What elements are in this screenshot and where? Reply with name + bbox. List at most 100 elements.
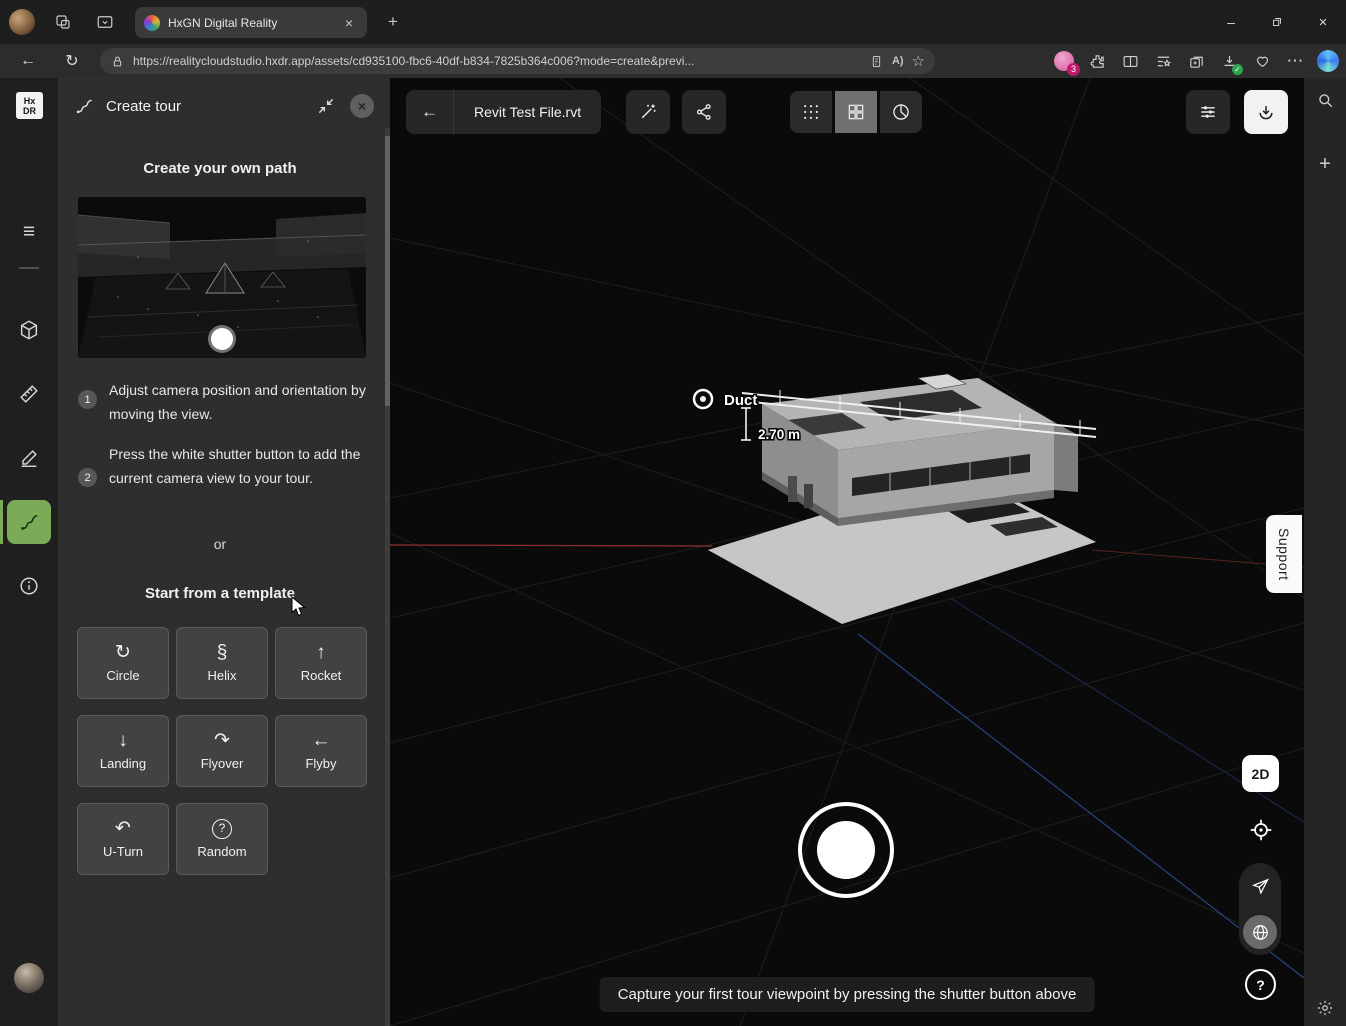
tour-path-icon — [74, 96, 94, 116]
template-flyover-button[interactable]: ↷ Flyover — [176, 715, 268, 787]
template-helix-button[interactable]: § Helix — [176, 627, 268, 699]
edge-sidebar-rail: + — [1304, 78, 1346, 1026]
model-mode-button[interactable] — [880, 91, 922, 133]
back-to-assets-button[interactable]: ← — [406, 90, 454, 134]
toolbar-extensions-area: 3 ✓ ⋯ — [1052, 44, 1340, 78]
new-tab-button[interactable]: + — [382, 11, 404, 33]
help-button[interactable]: ? — [1245, 969, 1276, 1000]
measurement-label: 2.70 m — [758, 427, 800, 442]
file-header-group: ← Revit Test File.rvt — [406, 90, 601, 134]
close-window-button[interactable]: × — [1300, 0, 1346, 44]
favorite-star-icon[interactable]: ☆ — [912, 52, 925, 70]
2d-mode-button[interactable]: 2D — [1242, 755, 1279, 792]
step-text: Adjust camera position and orientation b… — [109, 378, 376, 426]
mouse-cursor — [291, 596, 307, 618]
paper-plane-icon — [1251, 877, 1270, 896]
settings-more-icon[interactable]: ⋯ — [1283, 49, 1307, 73]
mesh-mode-button[interactable] — [835, 91, 877, 133]
download-complete-badge: ✓ — [1232, 64, 1243, 75]
downloads-icon[interactable]: ✓ — [1217, 49, 1241, 73]
tutorial-thumbnail — [78, 197, 366, 358]
viewer-3d[interactable]: Duct 2.70 m ← Revit Test File.rvt — [390, 78, 1304, 1026]
copilot-logo — [1317, 50, 1339, 72]
create-tour-panel: Create tour × Create your own path — [58, 78, 390, 1026]
reading-mode-icon[interactable] — [869, 54, 884, 69]
extension-profile-icon[interactable]: 3 — [1052, 49, 1076, 73]
browser-profile-avatar[interactable] — [9, 9, 35, 35]
sidebar-item-assets[interactable] — [7, 308, 51, 352]
thumbnail-shutter-icon — [211, 328, 233, 350]
helix-icon: § — [217, 643, 228, 663]
template-circle-button[interactable]: ↻ Circle — [77, 627, 169, 699]
collapse-panel-icon[interactable] — [312, 92, 340, 120]
search-icon — [1316, 91, 1335, 110]
sidebar-search-icon[interactable] — [1313, 88, 1337, 112]
tab-actions-icon[interactable] — [93, 10, 117, 34]
close-panel-icon[interactable]: × — [350, 94, 374, 118]
browser-essentials-icon[interactable] — [1250, 49, 1274, 73]
refresh-icon[interactable]: ↻ — [60, 49, 84, 73]
pointcloud-icon — [801, 102, 821, 122]
template-uturn-button[interactable]: ↶ U-Turn — [77, 803, 169, 875]
tour-path-icon — [18, 511, 40, 533]
asset-file-name: Revit Test File.rvt — [454, 104, 601, 120]
view-settings-button[interactable] — [1186, 90, 1230, 134]
workspaces-icon[interactable] — [51, 10, 75, 34]
back-icon[interactable]: ← — [16, 49, 40, 73]
browser-titlebar: HxGN Digital Reality × + – × — [0, 0, 1346, 44]
user-avatar[interactable] — [14, 963, 44, 993]
magic-wand-button[interactable] — [626, 90, 670, 134]
sidebar-item-info[interactable] — [7, 564, 51, 608]
collections-icon[interactable] — [1184, 49, 1208, 73]
fly-navigation-button[interactable] — [1243, 869, 1277, 903]
template-rocket-button[interactable]: ↑ Rocket — [275, 627, 367, 699]
template-landing-button[interactable]: ↓ Landing — [77, 715, 169, 787]
restore-button[interactable] — [1254, 0, 1300, 44]
sidebar-settings-gear-icon[interactable] — [1313, 996, 1337, 1020]
support-tab[interactable]: Support — [1266, 515, 1302, 593]
sidebar-item-tour[interactable] — [7, 500, 51, 544]
step-number: 2 — [78, 468, 97, 487]
extensions-puzzle-icon[interactable] — [1085, 49, 1109, 73]
sidebar-item-measure[interactable] — [7, 372, 51, 416]
rocket-icon: ↑ — [316, 643, 326, 663]
capture-hint-toast: Capture your first tour viewpoint by pre… — [600, 977, 1095, 1012]
browser-tab[interactable]: HxGN Digital Reality × — [135, 7, 367, 38]
download-asset-button[interactable] — [1244, 90, 1288, 134]
flyby-icon: ← — [312, 731, 331, 751]
url-text[interactable]: https://realitycloudstudio.hxdr.app/asse… — [133, 54, 861, 68]
template-heading: Start from a template — [58, 585, 382, 602]
browser-window: HxGN Digital Reality × + – × ← ↻ https:/… — [0, 0, 1346, 1026]
active-item-indicator — [0, 500, 3, 544]
tab-close-icon[interactable]: × — [340, 14, 358, 32]
hxdr-logo[interactable]: Hx DR — [16, 92, 43, 119]
menu-icon[interactable]: ≡ — [7, 210, 51, 254]
sidebar-add-icon[interactable]: + — [1313, 152, 1337, 176]
pointcloud-mode-button[interactable] — [790, 91, 832, 133]
favorites-icon[interactable] — [1151, 49, 1175, 73]
tour-panel-header: Create tour × — [58, 86, 390, 126]
copilot-icon[interactable] — [1316, 49, 1340, 73]
cube-icon — [18, 319, 40, 341]
extension-badge: 3 — [1067, 63, 1080, 76]
minimize-button[interactable]: – — [1208, 0, 1254, 44]
tutorial-step-1: 1 Adjust camera position and orientation… — [78, 378, 376, 426]
read-aloud-icon[interactable]: A) — [892, 55, 904, 67]
orbit-navigation-button[interactable] — [1243, 915, 1277, 949]
share-button[interactable] — [682, 90, 726, 134]
site-info-lock-icon[interactable] — [110, 54, 125, 69]
template-grid: ↻ Circle § Helix ↑ Rocket ↓ Landing ↷ — [77, 627, 369, 875]
render-mode-switcher — [790, 91, 922, 133]
template-random-button[interactable]: ? Random — [176, 803, 268, 875]
share-icon — [694, 102, 714, 122]
split-screen-icon[interactable] — [1118, 49, 1142, 73]
info-icon — [18, 575, 40, 597]
sidebar-item-annotate[interactable] — [7, 436, 51, 480]
locate-button[interactable] — [1244, 813, 1278, 847]
mesh-grid-icon — [846, 102, 866, 122]
landing-icon: ↓ — [118, 731, 128, 751]
shutter-button[interactable] — [798, 802, 894, 898]
address-bar[interactable]: https://realitycloudstudio.hxdr.app/asse… — [100, 48, 935, 74]
template-flyby-button[interactable]: ← Flyby — [275, 715, 367, 787]
tutorial-step-2: 2 Press the white shutter button to add … — [78, 442, 376, 490]
